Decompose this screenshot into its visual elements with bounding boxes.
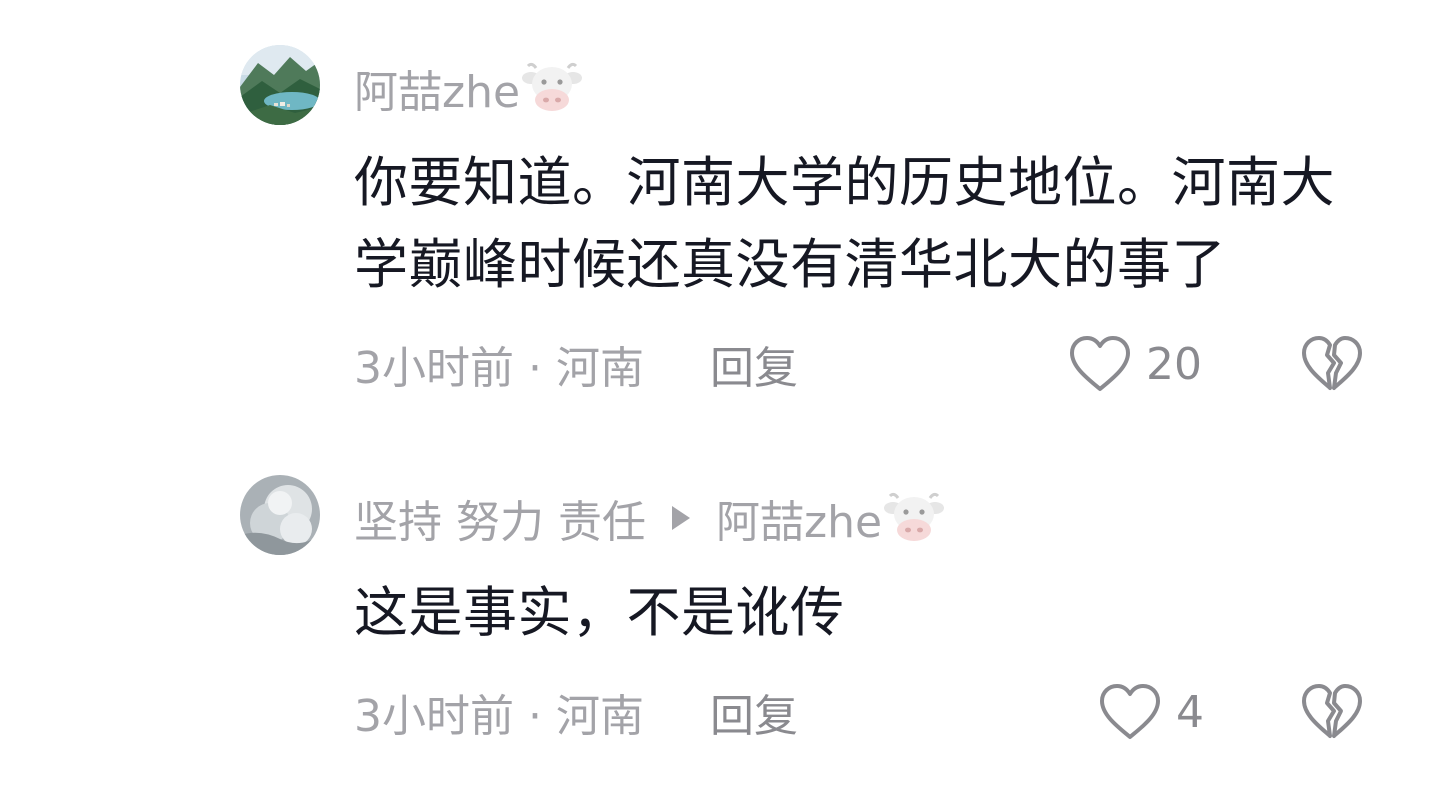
- reply-to-username[interactable]: 阿喆zhe: [716, 486, 882, 550]
- username-row: 坚持 努力 责任 阿喆zhe: [354, 486, 945, 550]
- like-count: 20: [1146, 338, 1202, 390]
- time-location: 3小时前 · 河南: [354, 343, 644, 394]
- heart-icon: [1100, 684, 1160, 739]
- avatar[interactable]: [240, 45, 320, 125]
- cow-face-icon: [884, 492, 945, 544]
- broken-heart-icon: [1302, 336, 1362, 390]
- broken-heart-icon: [1302, 684, 1362, 738]
- username[interactable]: 阿喆zhe: [354, 56, 520, 120]
- dislike-button[interactable]: [1300, 682, 1364, 742]
- like-button[interactable]: 4: [1098, 682, 1204, 742]
- comment-text: 你要知道。河南大学的历史地位。河南大学巅峰时候还真没有清华北大的事了: [354, 151, 1335, 296]
- like-count: 4: [1176, 686, 1204, 738]
- comment-meta: 3小时前 · 河南 回复: [354, 682, 798, 742]
- reply-button[interactable]: 回复: [710, 332, 798, 396]
- comment-meta: 3小时前 · 河南 回复: [354, 334, 798, 394]
- username-row: 阿喆zhe: [354, 56, 583, 120]
- reply-button[interactable]: 回复: [710, 680, 798, 744]
- time-location: 3小时前 · 河南: [354, 691, 644, 742]
- heart-icon: [1070, 336, 1130, 391]
- username[interactable]: 坚持 努力 责任: [354, 486, 646, 550]
- comment-text: 这是事实，不是讹传: [354, 581, 845, 644]
- like-button[interactable]: 20: [1068, 334, 1202, 394]
- dislike-button[interactable]: [1300, 334, 1364, 394]
- avatar[interactable]: [240, 475, 320, 555]
- reply-arrow-icon: [671, 506, 690, 530]
- cow-face-icon: [522, 62, 583, 114]
